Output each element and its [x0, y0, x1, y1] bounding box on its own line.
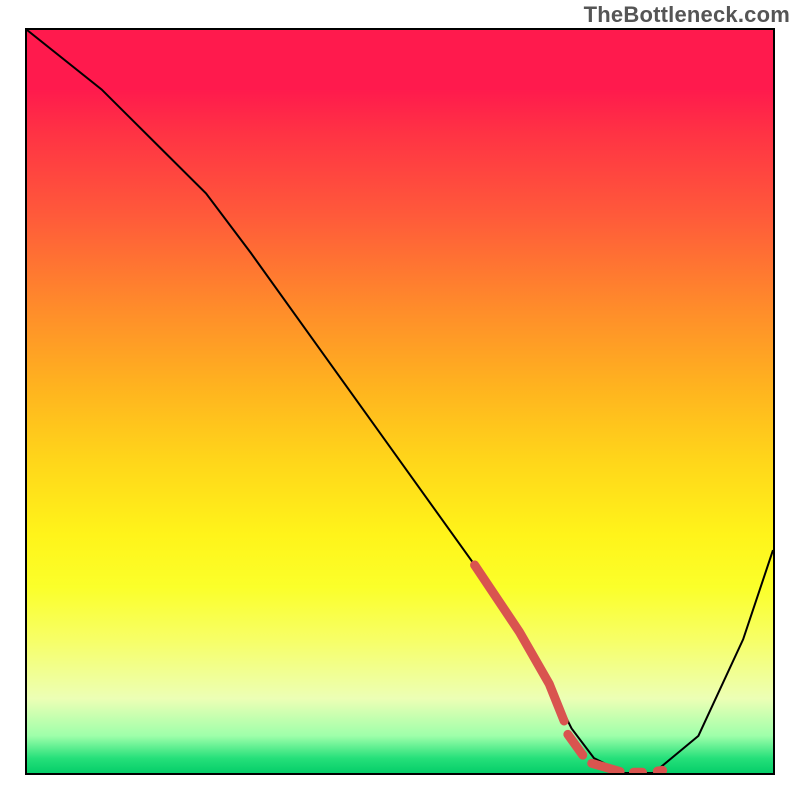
- highlight-segment: [568, 734, 583, 755]
- attribution-text: TheBottleneck.com: [584, 2, 790, 28]
- dotted-highlight: [475, 565, 663, 772]
- highlight-segment: [592, 763, 620, 771]
- highlight-segment: [475, 565, 565, 721]
- highlight-segment: [657, 770, 662, 771]
- chart-overlay: [27, 30, 773, 773]
- plot-area: [25, 28, 775, 775]
- chart-stage: TheBottleneck.com: [0, 0, 800, 800]
- bottleneck-curve: [27, 30, 773, 773]
